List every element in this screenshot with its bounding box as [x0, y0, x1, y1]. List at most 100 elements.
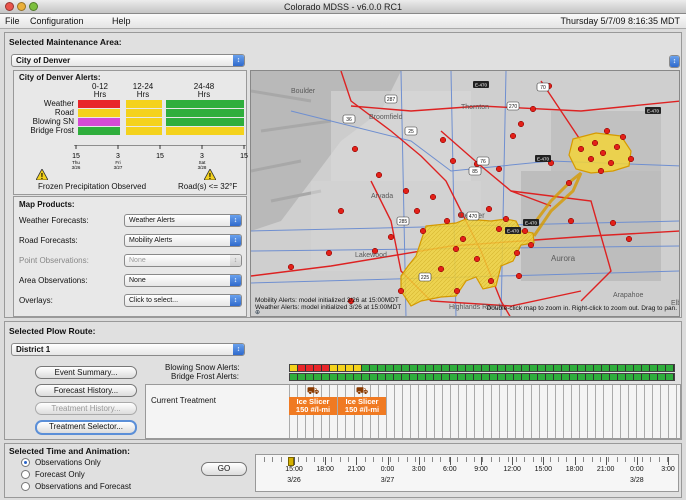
- alert-bar-segment: [666, 374, 674, 380]
- map-product-select[interactable]: None ↕: [124, 254, 242, 267]
- alert-bar-segment: [562, 365, 570, 371]
- map-place-label: Arvada: [371, 193, 393, 200]
- map-hint: Double-click map to zoom in. Right-click…: [486, 305, 677, 312]
- alert-bar-segment: [634, 365, 642, 371]
- map-product-select[interactable]: Weather Alerts ↕: [124, 214, 242, 227]
- menu-file[interactable]: File: [5, 14, 20, 29]
- time-mode-label: Observations and Forecast: [35, 482, 132, 491]
- alert-bar-segment: [402, 365, 410, 371]
- map-canvas[interactable]: BoulderBroomfieldThorntonArvadaDenverLak…: [251, 71, 680, 317]
- alert-row-label: Blowing SN: [32, 117, 74, 126]
- close-window-icon[interactable]: [5, 2, 14, 11]
- treatment-grid-line: [619, 385, 621, 438]
- alert-bar-segment: [610, 365, 618, 371]
- treatment-grid-line: [393, 385, 395, 438]
- time-tick-label: 12:00: [503, 466, 521, 473]
- alert-bar-segment: [466, 365, 474, 371]
- alert-marker: [597, 167, 605, 175]
- time-slider[interactable]: 15:00 18:00 21:00 0:00 3:00 6:00 9:00 12:00 15:0…: [255, 454, 679, 492]
- chevron-updown-icon: ↕: [230, 255, 241, 266]
- alert-marker: [619, 133, 627, 141]
- alert-bar-segment: [482, 365, 490, 371]
- highway-label: E-470: [525, 221, 538, 226]
- map-product-select[interactable]: None ↕: [124, 274, 242, 287]
- area-select[interactable]: City of Denver ↕: [11, 54, 245, 67]
- alert-bar-segment: [506, 374, 514, 380]
- time-mode-radio[interactable]: [21, 470, 30, 479]
- time-minor-tick: [348, 457, 349, 462]
- menu-help[interactable]: Help: [112, 14, 131, 29]
- time-minor-tick: [432, 457, 433, 462]
- highway-label: 285: [399, 219, 408, 225]
- alert-bar-segment: [530, 365, 538, 371]
- alert-bar-segment: [346, 374, 354, 380]
- treatment-grid-line: [530, 385, 532, 438]
- menu-configuration[interactable]: Configuration: [30, 14, 84, 29]
- time-tick-label: 18:00: [316, 466, 334, 473]
- alert-marker: [567, 217, 575, 225]
- alert-bar-segment: [450, 374, 458, 380]
- alert-bar-segment: [322, 365, 330, 371]
- time-minor-tick: [364, 457, 366, 462]
- axis-hour-label: 15: [240, 153, 248, 160]
- map-product-label: Weather Forecasts:: [19, 216, 89, 225]
- map-view[interactable]: BoulderBroomfieldThorntonArvadaDenverLak…: [250, 70, 680, 317]
- treatment-grid-line: [676, 385, 677, 438]
- minimize-window-icon[interactable]: [17, 2, 26, 11]
- alert-bar-segment: [618, 374, 626, 380]
- truck-icon: ⛟: [355, 386, 369, 397]
- forecast-history-button[interactable]: Forecast History...: [35, 384, 137, 397]
- time-tick-label: 9:00: [474, 466, 488, 473]
- go-button[interactable]: GO: [201, 462, 247, 476]
- menu-bar: File Configuration Help Thursday 5/7/09 …: [0, 14, 686, 29]
- alert-bar-segment: [474, 365, 482, 371]
- map-product-select[interactable]: Mobility Alerts ↕: [124, 234, 242, 247]
- axis-date-label: 3/26: [72, 165, 81, 170]
- time-minor-tick: [381, 457, 383, 462]
- alert-bar-segment: [578, 365, 586, 371]
- alert-bar-segment: [442, 374, 450, 380]
- alert-marker: [577, 145, 585, 153]
- treatment-grid-line: [547, 385, 548, 438]
- treatment-grid-line: [635, 385, 637, 438]
- alert-cell: [126, 109, 162, 117]
- alert-bar-segment: [306, 374, 314, 380]
- time-mode-radio[interactable]: [21, 482, 30, 491]
- alert-bar-segment: [546, 365, 554, 371]
- alert-cell: [78, 109, 120, 117]
- alert-bar-segment: [450, 365, 458, 371]
- time-major-tick: [418, 457, 420, 465]
- treatment-item[interactable]: ⛟ Ice Slicer 150 #/l-mi: [289, 387, 337, 423]
- map-products-title: Map Products:: [19, 200, 75, 209]
- alert-marker: [527, 241, 535, 249]
- axis-hour-label: 15: [156, 153, 164, 160]
- zoom-window-icon[interactable]: [29, 2, 38, 11]
- treatment-item[interactable]: ⛟ Ice Slicer 150 #/l-mi: [338, 387, 386, 423]
- alert-bar-segment: [602, 374, 610, 380]
- time-panel: Selected Time and Animation: Observation…: [4, 443, 682, 498]
- time-slider-thumb[interactable]: [288, 457, 294, 466]
- axis-date-label: 3/27: [114, 165, 123, 170]
- map-product-select[interactable]: Click to select... ↕: [124, 294, 242, 307]
- alert-marker: [419, 227, 427, 235]
- alert-bar-segment: [642, 365, 650, 371]
- treatment-history-button[interactable]: Treatment History...: [35, 402, 137, 415]
- svg-text:!: !: [41, 172, 44, 180]
- time-mode-radio[interactable]: [21, 458, 30, 467]
- alert-marker: [387, 233, 395, 241]
- treatment-grid-line: [514, 385, 516, 438]
- alert-cell: [78, 100, 120, 108]
- map-layer-select[interactable]: ↕: [669, 55, 680, 68]
- chevron-updown-icon: ↕: [233, 55, 244, 66]
- time-minor-tick: [600, 457, 601, 462]
- event-summary-button[interactable]: Event Summary...: [35, 366, 137, 379]
- alert-bar-segment: [410, 365, 418, 371]
- alerts-box: City of Denver Alerts: 0-12 Hrs 12-24 Hrs 24…: [13, 70, 248, 195]
- warning-icon-1: !: [35, 168, 49, 182]
- route-select[interactable]: District 1 ↕: [11, 343, 245, 356]
- alert-bar-segment: [394, 374, 402, 380]
- time-minor-tick: [465, 457, 467, 462]
- treatment-grid-line: [571, 385, 573, 438]
- alert-marker: [402, 187, 410, 195]
- treatment-selector-button[interactable]: Treatment Selector...: [35, 420, 137, 435]
